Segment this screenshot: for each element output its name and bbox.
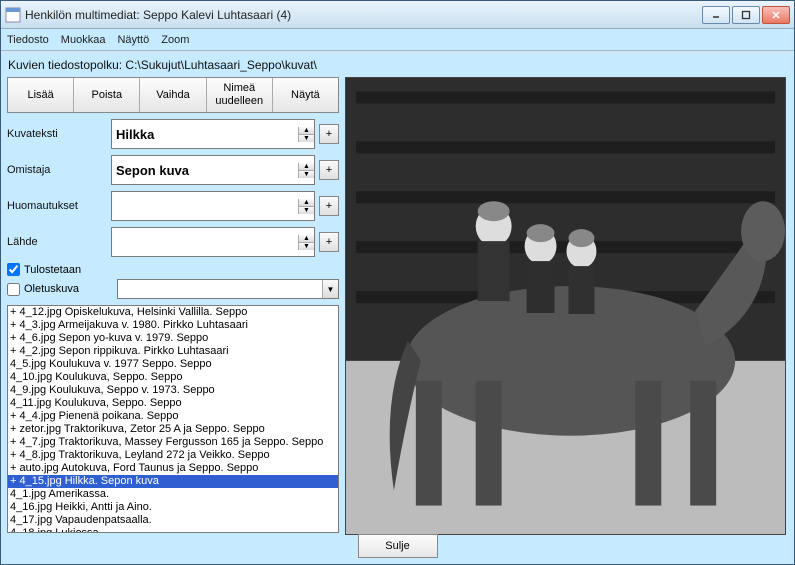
menu-edit[interactable]: Muokkaa	[61, 34, 106, 46]
caption-plus-button[interactable]: +	[319, 124, 339, 144]
content-area: Kuvien tiedostopolku: C:\Sukujut\Luhtasa…	[1, 53, 794, 564]
caption-up-icon[interactable]: ▲	[298, 127, 314, 135]
dialog-close-button[interactable]: Sulje	[358, 534, 438, 558]
list-item[interactable]: 4_11.jpg Koulukuva, Seppo. Seppo	[8, 397, 338, 410]
path-label: Kuvien tiedostopolku: C:\Sukujut\Luhtasa…	[6, 58, 789, 72]
image-preview	[345, 77, 786, 535]
source-input[interactable]	[112, 233, 298, 252]
menu-file[interactable]: Tiedosto	[7, 34, 49, 46]
owner-label: Omistaja	[7, 164, 111, 176]
list-item[interactable]: + 4_3.jpg Armeijakuva v. 1980. Pirkko Lu…	[8, 319, 338, 332]
close-button[interactable]	[762, 6, 790, 24]
owner-down-icon[interactable]: ▼	[298, 171, 314, 178]
form-area: Kuvateksti ▲▼ + Omistaja ▲▼ +	[7, 119, 339, 299]
swap-button[interactable]: Vaihda	[140, 78, 206, 112]
list-item[interactable]: + 4_6.jpg Sepon yo-kuva v. 1979. Seppo	[8, 332, 338, 345]
source-label: Lähde	[7, 236, 111, 248]
notes-plus-button[interactable]: +	[319, 196, 339, 216]
window-root: Henkilön multimediat: Seppo Kalevi Luhta…	[0, 0, 795, 565]
notes-label: Huomautukset	[7, 200, 111, 212]
list-item[interactable]: + 4_7.jpg Traktorikuva, Massey Fergusson…	[8, 436, 338, 449]
add-button[interactable]: Lisää	[8, 78, 74, 112]
notes-up-icon[interactable]: ▲	[298, 199, 314, 207]
list-item[interactable]: 4_5.jpg Koulukuva v. 1977 Seppo. Seppo	[8, 358, 338, 371]
list-item[interactable]: 4_1.jpg Amerikassa.	[8, 488, 338, 501]
caption-input-wrap: ▲▼	[111, 119, 315, 149]
source-up-icon[interactable]: ▲	[298, 235, 314, 243]
window-buttons	[702, 6, 790, 24]
notes-input-wrap: ▲▼	[111, 191, 315, 221]
caption-down-icon[interactable]: ▼	[298, 135, 314, 142]
source-plus-button[interactable]: +	[319, 232, 339, 252]
show-button[interactable]: Näytä	[273, 78, 338, 112]
list-item[interactable]: + 4_8.jpg Traktorikuva, Leyland 272 ja V…	[8, 449, 338, 462]
list-item[interactable]: 4_10.jpg Koulukuva, Seppo. Seppo	[8, 371, 338, 384]
left-panel: Lisää Poista Vaihda Nimeä uudelleen Näyt…	[7, 77, 339, 533]
menubar: Tiedosto Muokkaa Näyttö Zoom	[1, 29, 794, 51]
notes-down-icon[interactable]: ▼	[298, 207, 314, 214]
caption-label: Kuvateksti	[7, 128, 111, 140]
list-item[interactable]: 4_9.jpg Koulukuva, Seppo v. 1973. Seppo	[8, 384, 338, 397]
app-icon	[5, 7, 21, 23]
menu-zoom[interactable]: Zoom	[161, 34, 189, 46]
list-item[interactable]: + 4_12.jpg Opiskelukuva, Helsinki Vallil…	[8, 306, 338, 319]
delete-button[interactable]: Poista	[74, 78, 140, 112]
source-down-icon[interactable]: ▼	[298, 243, 314, 250]
owner-input[interactable]	[112, 161, 298, 180]
file-listbox[interactable]: + 4_12.jpg Opiskelukuva, Helsinki Vallil…	[7, 305, 339, 533]
list-item[interactable]: + 4_2.jpg Sepon rippikuva. Pirkko Luhtas…	[8, 345, 338, 358]
footer: Sulje	[1, 534, 794, 558]
toolbar: Lisää Poista Vaihda Nimeä uudelleen Näyt…	[7, 77, 339, 113]
window-title: Henkilön multimediat: Seppo Kalevi Luhta…	[25, 8, 702, 22]
print-label: Tulostetaan	[24, 264, 81, 276]
list-item[interactable]: 4_17.jpg Vapaudenpatsaalla.	[8, 514, 338, 527]
titlebar: Henkilön multimediat: Seppo Kalevi Luhta…	[1, 1, 794, 29]
print-checkbox[interactable]	[7, 263, 20, 276]
rename-button[interactable]: Nimeä uudelleen	[207, 78, 273, 112]
menu-view[interactable]: Näyttö	[117, 34, 149, 46]
dropdown-icon[interactable]: ▼	[322, 280, 338, 298]
list-item[interactable]: + 4_15.jpg Hilkka. Sepon kuva	[8, 475, 338, 488]
caption-input[interactable]	[112, 125, 298, 144]
owner-up-icon[interactable]: ▲	[298, 163, 314, 171]
list-item[interactable]: + auto.jpg Autokuva, Ford Taunus ja Sepp…	[8, 462, 338, 475]
owner-plus-button[interactable]: +	[319, 160, 339, 180]
maximize-button[interactable]	[732, 6, 760, 24]
list-item[interactable]: 4_16.jpg Heikki, Antti ja Aino.	[8, 501, 338, 514]
minimize-button[interactable]	[702, 6, 730, 24]
default-label: Oletuskuva	[24, 283, 79, 295]
list-item[interactable]: 4_18.jpg Lukiossa.	[8, 527, 338, 533]
default-checkbox[interactable]	[7, 283, 20, 296]
source-input-wrap: ▲▼	[111, 227, 315, 257]
owner-input-wrap: ▲▼	[111, 155, 315, 185]
notes-input[interactable]	[112, 197, 298, 216]
list-item[interactable]: + 4_4.jpg Pienenä poikana. Seppo	[8, 410, 338, 423]
default-combo[interactable]: ▼	[117, 279, 339, 299]
list-item[interactable]: + zetor.jpg Traktorikuva, Zetor 25 A ja …	[8, 423, 338, 436]
